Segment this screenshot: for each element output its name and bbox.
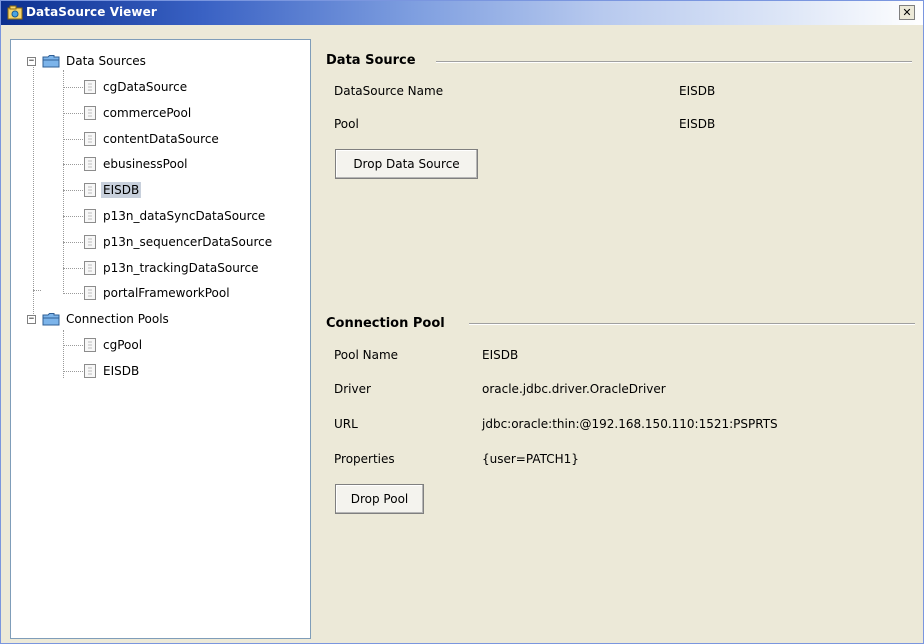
tree-node-label: Connection Pools — [66, 312, 169, 326]
tree-line — [63, 293, 83, 295]
document-icon — [84, 338, 96, 352]
document-icon — [84, 157, 96, 172]
document-icon — [84, 234, 96, 249]
document-icon — [84, 131, 96, 146]
document-icon — [84, 260, 96, 275]
driver-value: oracle.jdbc.driver.OracleDriver — [482, 382, 666, 396]
drop-pool-label: Drop Pool — [350, 492, 409, 506]
tree-item-label: p13n_sequencerDataSource — [103, 234, 273, 249]
tree-item-label: portalFrameworkPool — [103, 286, 230, 301]
pool-name-label: Pool Name — [334, 348, 399, 362]
properties-value: {user=PATCH1} — [482, 452, 579, 466]
pool-name-value: EISDB — [482, 348, 519, 362]
tree-item[interactable]: p13n_dataSyncDataSource — [84, 206, 267, 226]
tree-item-label: EISDB — [101, 182, 142, 199]
datasource-viewer-window: DataSource Viewer ✕ − Data Sources cgDat… — [0, 0, 924, 644]
tree-item-label: p13n_trackingDataSource — [103, 260, 259, 275]
collapse-icon[interactable]: − — [27, 314, 36, 324]
folder-icon — [42, 313, 60, 326]
datasource-heading: Data Source — [326, 53, 422, 68]
tree-line — [63, 138, 83, 140]
tree-line — [63, 370, 83, 372]
document-icon — [84, 363, 96, 378]
pool-label: Pool — [334, 117, 359, 131]
document-icon — [84, 209, 96, 223]
tree-item[interactable]: EISDB — [84, 180, 142, 200]
tree-item[interactable]: cgPool — [84, 335, 144, 355]
pool-value: EISDB — [679, 117, 716, 131]
datasource-name-value: EISDB — [679, 84, 716, 98]
document-icon — [84, 80, 96, 94]
tree-line — [63, 70, 64, 292]
url-label: URL — [334, 417, 358, 431]
tree-item-label: p13n_dataSyncDataSource — [103, 209, 266, 223]
tree-line — [63, 190, 83, 192]
tree-item[interactable]: commercePool — [84, 103, 193, 123]
document-icon — [84, 183, 96, 198]
tree-item[interactable]: ebusinessPool — [84, 154, 190, 174]
tree-item[interactable]: portalFrameworkPool — [84, 283, 232, 303]
tree-node-label: Data Sources — [66, 54, 146, 68]
datasource-separator — [436, 61, 912, 63]
drop-data-source-button[interactable]: Drop Data Source — [335, 149, 478, 179]
title-bar[interactable]: DataSource Viewer ✕ — [1, 1, 923, 25]
tree-item-label: ebusinessPool — [103, 157, 188, 172]
url-value: jdbc:oracle:thin:@192.168.150.110:1521:P… — [482, 417, 778, 431]
drop-pool-button[interactable]: Drop Pool — [335, 484, 424, 514]
tree-line — [63, 267, 83, 269]
document-icon — [84, 286, 96, 301]
folder-icon — [42, 55, 60, 68]
close-icon: ✕ — [902, 6, 912, 19]
tree-item-label: cgPool — [103, 338, 143, 352]
tree-item[interactable]: p13n_sequencerDataSource — [84, 232, 274, 252]
close-button[interactable]: ✕ — [899, 5, 915, 20]
tree-item[interactable]: contentDataSource — [84, 129, 221, 149]
document-icon — [84, 105, 96, 120]
tree-line — [33, 62, 34, 314]
connection-pool-heading: Connection Pool — [326, 316, 451, 331]
tree-item[interactable]: p13n_trackingDataSource — [84, 258, 260, 278]
properties-label: Properties — [334, 452, 395, 466]
collapse-icon[interactable]: − — [27, 56, 36, 66]
tree-item-label: contentDataSource — [103, 131, 219, 146]
window-title: DataSource Viewer — [26, 5, 157, 19]
tree-line — [63, 112, 83, 114]
datasource-tree[interactable]: − Data Sources cgDataSource commercePool c… — [10, 39, 311, 639]
tree-node-connection-pools[interactable]: − Connection Pools — [27, 309, 171, 329]
datasource-name-label: DataSource Name — [334, 84, 444, 98]
tree-item-label: EISDB — [103, 363, 140, 378]
tree-line — [63, 345, 83, 346]
tree-line — [63, 216, 83, 217]
driver-label: Driver — [334, 382, 371, 396]
connection-pool-separator — [469, 323, 915, 325]
tree-line — [63, 87, 83, 88]
tree-line — [63, 241, 83, 243]
tree-item-label: commercePool — [103, 105, 192, 120]
drop-data-source-label: Drop Data Source — [353, 157, 460, 171]
tree-item-label: cgDataSource — [103, 80, 188, 94]
tree-line — [33, 290, 41, 291]
tree-line — [63, 164, 83, 166]
tree-item[interactable]: EISDB — [84, 361, 141, 381]
tree-node-data-sources[interactable]: − Data Sources — [27, 51, 148, 71]
tree-item[interactable]: cgDataSource — [84, 77, 189, 97]
datasource-viewer-icon — [7, 5, 23, 20]
